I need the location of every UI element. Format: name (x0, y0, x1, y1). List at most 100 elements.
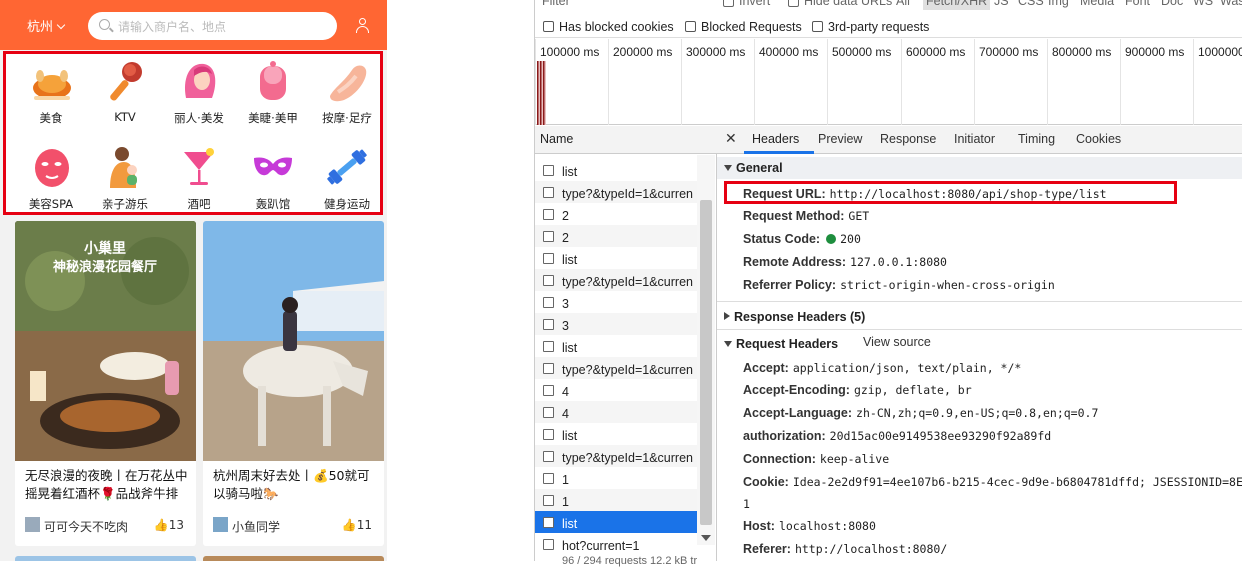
name-column-header[interactable]: Name (535, 126, 717, 154)
header-row: Cookie: Idea-2e2d9f91=4ee107b6-b215-4cec-… (743, 475, 1242, 489)
timeline-request-bars (537, 61, 546, 125)
category-label: 轰趴馆 (255, 197, 291, 211)
timeline-tick: 100000 ms (535, 39, 599, 125)
category-item-bar[interactable]: 酒吧 (164, 144, 234, 222)
tab-headers[interactable]: Headers (752, 132, 799, 146)
header-row: Accept: application/json, text/plain, */* (743, 361, 1022, 375)
request-row[interactable]: list (535, 423, 697, 445)
type-filter-doc[interactable]: Doc (1161, 0, 1183, 8)
header-row-continued: 1 (743, 497, 750, 511)
request-row[interactable]: 1 (535, 489, 697, 511)
blog-author: 小鱼同学 (232, 520, 281, 534)
category-item-family[interactable]: 亲子游乐 (90, 144, 160, 222)
tab-preview[interactable]: Preview (818, 132, 862, 146)
header-row: Accept-Language: zh-CN,zh;q=0.9,en-US;q=0… (743, 406, 1099, 420)
type-filter-media[interactable]: Media (1080, 0, 1114, 8)
blog-card[interactable]: 小巢里 神秘浪漫花园餐厅 无尽浪漫的夜晚丨在万花丛中摇晃着红酒杯🌹品战斧牛排 可… (15, 221, 196, 546)
type-filter-fetch-xhr[interactable]: Fetch/XHR (923, 0, 991, 10)
blocked-requests-checkbox[interactable]: Blocked Requests (685, 20, 802, 34)
app-header: 杭州 请输入商户名、地点 (0, 0, 387, 50)
request-headers-section-header[interactable]: Request Headers (717, 333, 1242, 355)
timeline-tick: 500000 ms (827, 39, 891, 125)
search-icon (99, 19, 110, 30)
network-timeline[interactable]: 100000 ms 200000 ms 300000 ms 400000 ms … (535, 39, 1242, 125)
type-filter-css[interactable]: CSS (1018, 0, 1044, 8)
type-filter-img[interactable]: Img (1048, 0, 1069, 8)
request-row[interactable]: list (535, 335, 697, 357)
roast-chicken-icon (33, 70, 71, 100)
request-row[interactable]: type?&typeId=1&curren (535, 269, 697, 291)
party-mask-icon (254, 157, 292, 176)
request-row[interactable]: 4 (535, 379, 697, 401)
request-row[interactable]: 3 (535, 291, 697, 313)
request-row[interactable]: 3 (535, 313, 697, 335)
tab-timing[interactable]: Timing (1018, 132, 1055, 146)
request-row[interactable]: 2 (535, 225, 697, 247)
request-row[interactable]: list (535, 159, 697, 181)
search-input[interactable]: 请输入商户名、地点 (88, 12, 337, 40)
category-item-massage[interactable]: 按摩·足疗 (312, 58, 382, 136)
request-row[interactable]: type?&typeId=1&curren (535, 445, 697, 467)
request-row[interactable]: 1 (535, 467, 697, 489)
category-item-ktv[interactable]: KTV (90, 58, 160, 136)
third-party-requests-checkbox[interactable]: 3rd-party requests (812, 20, 929, 34)
type-filter-font[interactable]: Font (1125, 0, 1150, 8)
type-filter-all[interactable]: All (896, 0, 910, 8)
category-item-spa[interactable]: 美容SPA (16, 144, 86, 222)
city-selector[interactable]: 杭州 (27, 16, 66, 35)
request-row[interactable]: 2 (535, 203, 697, 225)
microphone-icon (110, 62, 142, 101)
tab-response[interactable]: Response (880, 132, 936, 146)
general-section-header[interactable]: General (717, 157, 1242, 179)
request-row-selected[interactable]: list (535, 511, 697, 533)
timeline-tick: 200000 ms (608, 39, 672, 125)
request-row[interactable]: hot?current=1 (535, 533, 697, 555)
nail-icon (260, 61, 286, 100)
blog-card[interactable]: 杭州周末好去处丨💰50就可以骑马啦🐎 小鱼同学 👍11 (203, 221, 384, 546)
chevron-down-icon (56, 20, 66, 30)
blog-title: 无尽浪漫的夜晚丨在万花丛中摇晃着红酒杯🌹品战斧牛排 (25, 468, 188, 501)
type-filter-js[interactable]: JS (994, 0, 1009, 8)
parent-child-icon (110, 147, 137, 188)
category-label: 健身运动 (324, 197, 370, 211)
view-source-link[interactable]: View source (863, 335, 931, 349)
request-row[interactable]: type?&typeId=1&curren (535, 181, 697, 203)
type-filter-ws[interactable]: WS (1193, 0, 1213, 8)
category-label: 按摩·足疗 (322, 111, 372, 125)
category-label: 美食 (39, 111, 63, 125)
like-count[interactable]: 👍13 (154, 518, 184, 532)
category-item-food[interactable]: 美食 (16, 58, 86, 136)
details-tabs: ✕ Headers Preview Response Initiator Tim… (717, 126, 1242, 154)
response-headers-section-header[interactable]: Response Headers (5) (717, 306, 1242, 328)
like-count[interactable]: 👍11 (342, 518, 372, 532)
scroll-down-arrow-icon[interactable] (701, 535, 711, 541)
tab-initiator[interactable]: Initiator (954, 132, 995, 146)
tab-cookies[interactable]: Cookies (1076, 132, 1121, 146)
type-filter-wasm[interactable]: Wasm (1220, 0, 1242, 8)
request-url-row: Request URL: http://localhost:8080/api/sh… (743, 187, 1107, 201)
category-item-party[interactable]: 轰趴馆 (238, 144, 308, 222)
category-item-nails[interactable]: 美睫·美甲 (238, 58, 308, 136)
request-row[interactable]: list (535, 247, 697, 269)
timeline-tick: 400000 ms (754, 39, 818, 125)
close-icon[interactable]: ✕ (725, 130, 737, 147)
has-blocked-cookies-checkbox[interactable]: Has blocked cookies (543, 20, 674, 34)
user-icon[interactable] (355, 18, 369, 33)
status-ok-icon (826, 234, 837, 244)
avatar (213, 517, 228, 532)
header-row: authorization: 20d15ac00e9149538ee93290f9… (743, 429, 1052, 443)
blog-card[interactable] (203, 556, 384, 561)
filter-input[interactable]: Filter (542, 0, 570, 8)
category-item-hair[interactable]: 丽人·美发 (164, 58, 234, 136)
request-url-value: http://localhost:8080/api/shop-type/list (829, 187, 1107, 201)
request-row[interactable]: 4 (535, 401, 697, 423)
hide-data-urls-checkbox[interactable]: Hide data URLs (788, 0, 892, 8)
request-row[interactable]: type?&typeId=1&curren (535, 357, 697, 379)
invert-checkbox[interactable]: Invert (723, 0, 770, 8)
scrollbar[interactable] (697, 155, 715, 545)
timeline-tick: 1000000 (1193, 39, 1242, 125)
blog-card[interactable] (15, 556, 196, 561)
scrollbar-thumb[interactable] (700, 200, 712, 525)
timeline-tick: 300000 ms (681, 39, 745, 125)
category-item-fitness[interactable]: 健身运动 (312, 144, 382, 222)
